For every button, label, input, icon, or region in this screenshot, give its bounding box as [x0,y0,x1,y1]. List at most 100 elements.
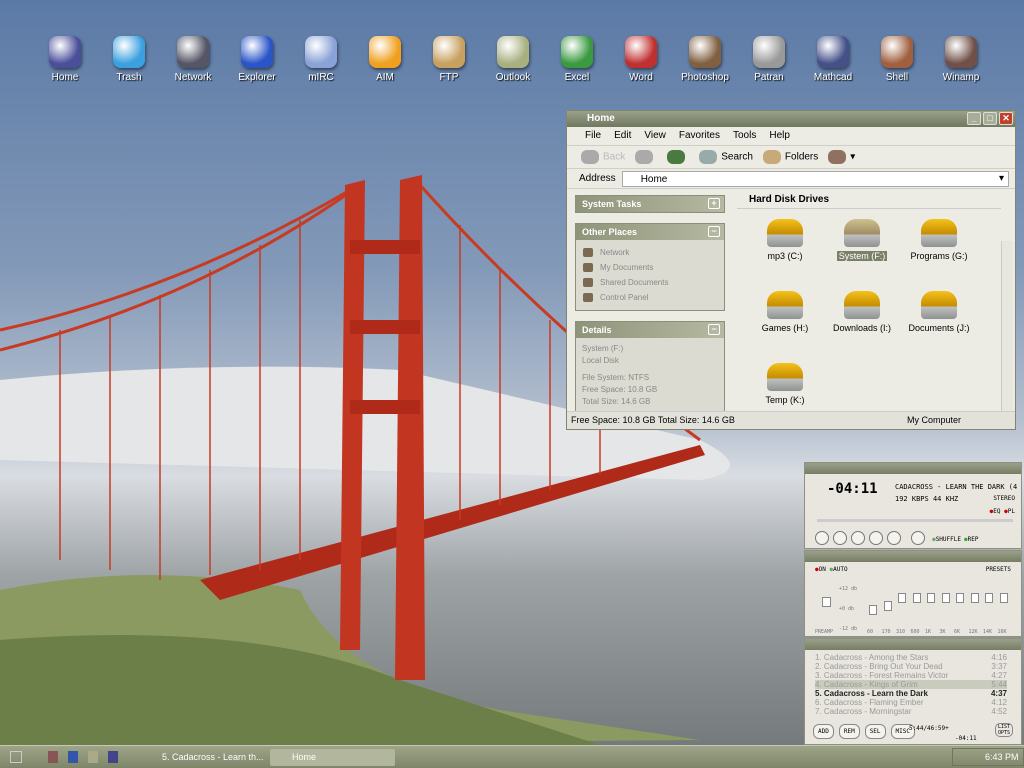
clock[interactable]: 6:43 PM [952,748,1024,766]
eq-toggle[interactable]: EQ [993,508,1000,515]
desktop-icon-winamp[interactable]: Winamp [929,36,993,83]
playlist-item[interactable]: 4. Cadacross - Kings of Grim 5:44 [815,680,1007,689]
eject-button[interactable] [911,531,925,545]
place-link[interactable]: Network [582,245,718,260]
quicklaunch-icon[interactable] [68,751,78,763]
playlist-rem-button[interactable]: REM [838,724,860,739]
icon-label: Outlook [495,72,531,83]
desktop-icon-mirc[interactable]: mIRC [289,36,353,83]
chevron-down-icon[interactable]: ▾ [999,173,1004,184]
eq-band-slider[interactable] [985,593,993,603]
place-link[interactable]: Control Panel [582,290,718,305]
eq-auto-toggle[interactable]: AUTO [833,566,847,573]
menu-edit[interactable]: Edit [614,130,631,145]
pause-button[interactable] [851,531,865,545]
quicklaunch-icon[interactable] [48,751,58,763]
place-link[interactable]: Shared Documents [582,275,718,290]
playlist-item[interactable]: 2. Cadacross - Bring Out Your Dead 3:37 [815,662,1007,671]
details-header[interactable]: Details − [576,322,724,338]
address-input[interactable]: Home ▾ [621,170,1009,187]
title-bar[interactable]: Home _ □ ✕ [567,111,1015,127]
maximize-button[interactable]: □ [983,112,997,125]
collapse-icon[interactable]: − [708,226,720,237]
playlist-item[interactable]: 3. Cadacross - Forest Remains Victor 4:27 [815,671,1007,680]
playlist-add-button[interactable]: ADD [813,724,834,739]
trash-icon [113,36,145,68]
eq-band-slider[interactable] [999,593,1008,603]
eq-on-toggle[interactable]: ON [819,566,826,573]
desktop-icon-excel[interactable]: Excel [545,36,609,83]
desktop-icon-patran[interactable]: Patran [737,36,801,83]
time-display[interactable]: -04:11 [827,481,878,497]
play-button[interactable] [833,531,847,545]
menu-help[interactable]: Help [769,130,790,145]
eq-band-slider[interactable] [898,593,906,603]
drive-item[interactable]: Programs (G:) [899,219,979,261]
expand-icon[interactable]: + [708,198,720,209]
eq-band-slider[interactable] [927,593,935,603]
desktop-icon-shell[interactable]: Shell [865,36,929,83]
task-winamp[interactable]: 5. Cadacross - Learn th... [140,749,268,766]
forward-button[interactable] [635,150,654,164]
place-link[interactable]: My Documents [582,260,718,275]
playlist-item[interactable]: 6. Cadacross - Flaming Ember 4:12 [815,698,1007,707]
menu-favorites[interactable]: Favorites [679,130,720,145]
pl-toggle[interactable]: PL [1008,508,1015,515]
desktop-icon-mathcad[interactable]: Mathcad [801,36,865,83]
playlist-sel-button[interactable]: SEL [864,724,886,739]
minimize-button[interactable]: _ [967,112,981,125]
eq-band-slider[interactable] [883,601,892,611]
desktop-icon-outlook[interactable]: Outlook [481,36,545,83]
drive-item[interactable]: Temp (K:) [745,363,825,405]
desktop-icon-ftp[interactable]: FTP [417,36,481,83]
up-folder-button[interactable] [667,150,686,164]
next-button[interactable] [887,531,901,545]
stop-button[interactable] [869,531,883,545]
shuffle-toggle[interactable]: ●SHUFFLE [932,536,961,543]
preamp-slider[interactable] [822,597,831,607]
list-opts-button[interactable]: LIST OPTS [995,723,1013,737]
quicklaunch-icon[interactable] [108,751,118,763]
playlist-item[interactable]: 1. Cadacross - Among the Stars 4:16 [815,653,1007,662]
other-places-header[interactable]: Other Places − [576,224,724,240]
drive-item[interactable]: System (F:) [822,219,902,261]
drive-item[interactable]: Downloads (I:) [822,291,902,333]
menu-tools[interactable]: Tools [733,130,756,145]
desktop-icon-home[interactable]: Home [33,36,97,83]
start-button[interactable] [10,751,22,763]
collapse-icon[interactable]: − [708,324,720,335]
drive-item[interactable]: mp3 (C:) [745,219,825,261]
views-button[interactable]: ▾ [828,150,855,164]
playlist-item[interactable]: 7. Cadacross - Morningstar 4:52 [815,707,1007,716]
eq-band-slider[interactable] [869,605,877,615]
desktop-icon-aim[interactable]: AIM [353,36,417,83]
playlist-item[interactable]: 5. Cadacross - Learn the Dark 4:37 [815,689,1007,698]
desktop-icon-word[interactable]: Word [609,36,673,83]
icon-label: Winamp [942,72,980,83]
drive-item[interactable]: Documents (J:) [899,291,979,333]
desktop-icon-network[interactable]: Network [161,36,225,83]
repeat-toggle[interactable]: ●REP [964,536,978,543]
vertical-scrollbar[interactable] [1001,241,1013,413]
desktop-icon-explorer[interactable]: Explorer [225,36,289,83]
prev-button[interactable] [815,531,829,545]
close-button[interactable]: ✕ [999,112,1013,125]
eq-band-slider[interactable] [970,593,979,603]
quicklaunch-icon[interactable] [88,751,98,763]
system-tasks-header[interactable]: System Tasks + [576,196,724,212]
task-home[interactable]: Home [270,749,395,766]
presets-button[interactable]: PRESETS [986,566,1011,573]
search-button[interactable]: Search [699,150,753,164]
folders-button[interactable]: Folders [762,150,818,164]
desktop-icon-trash[interactable]: Trash [97,36,161,83]
seek-bar[interactable] [817,519,1013,522]
menu-view[interactable]: View [644,130,666,145]
eq-band-slider[interactable] [912,593,921,603]
eq-band-slider[interactable] [956,593,964,603]
drive-item[interactable]: Games (H:) [745,291,825,333]
menu-file[interactable]: File [585,130,601,145]
winamp-titlebar[interactable] [805,463,1021,474]
back-button[interactable]: Back [581,150,625,164]
desktop-icon-photoshop[interactable]: Photoshop [673,36,737,83]
eq-band-slider[interactable] [941,593,950,603]
